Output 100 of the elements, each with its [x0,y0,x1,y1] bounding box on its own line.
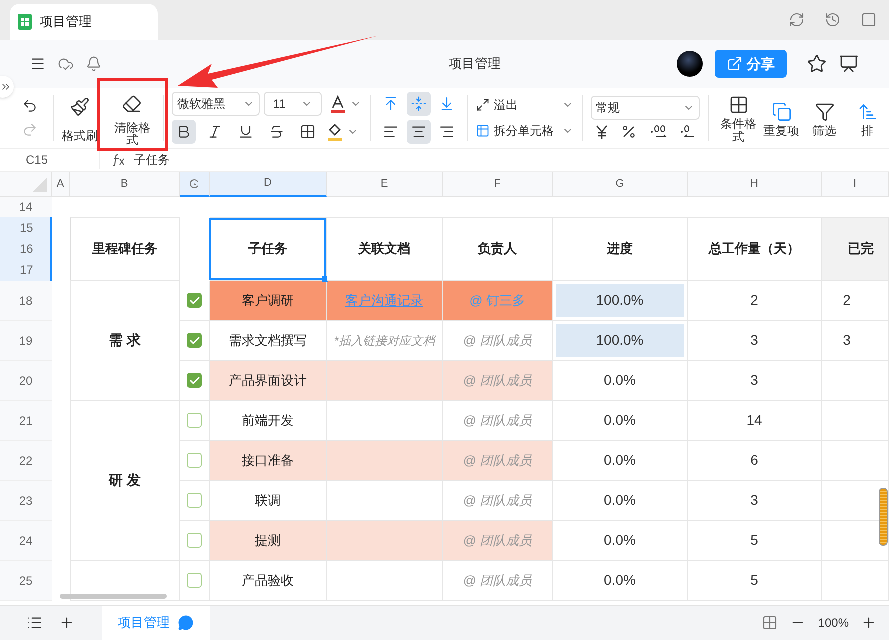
column-title: 子任务 [248,240,288,258]
table-cell: @ 钉三多 [443,281,553,321]
table-cell: 2 [688,281,822,321]
column-header[interactable]: I [822,172,889,197]
zoom-in-icon[interactable] [861,615,877,631]
checkbox[interactable] [187,293,202,308]
undo-icon[interactable] [22,98,38,114]
vertical-scrollbar[interactable] [879,488,888,546]
overflow-button[interactable]: 溢出 [476,96,574,114]
checkbox[interactable] [187,493,202,508]
number-format-select[interactable]: 常规 [590,96,700,120]
double-chevron-icon [0,81,12,93]
row-number[interactable]: 20 [0,361,52,401]
format-painter-button[interactable]: 格式刷 [58,93,102,143]
column-header[interactable]: H [688,172,822,197]
row-number[interactable]: 14 [0,197,52,217]
row-number[interactable]: 22 [0,441,52,481]
layout-icon[interactable] [762,615,778,631]
row-number[interactable]: 18 [0,281,52,321]
table-cell: 5 [688,561,822,601]
align-center-icon [411,124,428,140]
column-header[interactable] [180,172,210,197]
row-number[interactable]: 25 [0,561,52,601]
clear-format-button[interactable]: 清除格式 [109,90,156,146]
checkbox[interactable] [187,333,202,348]
progress-value: 0.0% [603,451,637,470]
cloud-sync-icon[interactable] [58,56,74,72]
star-icon[interactable] [807,54,827,74]
history-icon[interactable] [825,12,841,28]
sort-button[interactable]: 排 [846,98,889,138]
column-header[interactable]: F [443,172,553,197]
table-cell: 3 [688,481,822,521]
avatar[interactable] [677,51,703,77]
checkbox[interactable] [187,573,202,588]
filter-button[interactable]: 筛选 [803,98,846,138]
tab-title: 项目管理 [40,13,92,32]
presentation-icon[interactable] [839,54,859,74]
paint-roller-icon [70,97,90,117]
checkbox[interactable] [187,453,202,468]
placeholder-text: *插入链接对应文档 [334,332,435,350]
bold-button[interactable] [172,120,196,144]
row-number[interactable]: 17 [0,260,52,281]
table-cell: 2 [822,281,889,321]
table-cell: 客户调研 [210,281,327,321]
number-format: 常规 [596,100,620,117]
checkbox[interactable] [187,413,202,428]
table-cell [822,401,889,441]
grid-icon [728,95,749,115]
font-color-icon [330,95,346,113]
table-cell: 3 [822,321,889,361]
align-center-button[interactable] [407,120,432,144]
row-number[interactable]: 24 [0,521,52,561]
refresh-icon[interactable] [789,12,805,28]
column-header[interactable]: D [210,172,327,197]
row-number[interactable]: 21 [0,401,52,441]
percent-icon[interactable] [621,124,638,140]
maximize-icon[interactable] [861,12,877,28]
progress-value: 0.0% [603,491,637,510]
split-cells-button[interactable]: 拆分单元格 [476,122,574,140]
conditional-format-button[interactable]: 条件格式 [717,92,760,144]
strikethrough-icon [269,124,286,140]
checkbox[interactable] [187,373,202,388]
font-select[interactable]: 微软雅黑 [172,92,260,116]
font-size-select[interactable]: 11 [264,92,322,116]
browser-tab[interactable]: 项目管理 [10,4,158,40]
increase-decimal-icon[interactable] [650,124,668,140]
row-number[interactable]: 19 [0,321,52,361]
row-number[interactable]: 15 [0,217,52,238]
table-cell: 3 [688,321,822,361]
table-cell: @ 团队成员 [443,401,553,441]
merged-cell: 研 发 [70,401,180,561]
font-name: 微软雅黑 [177,96,226,113]
table-cell [822,561,889,601]
checkbox[interactable] [187,533,202,548]
bell-icon[interactable] [86,56,102,72]
column-header[interactable]: A [52,172,70,197]
row-number[interactable]: 23 [0,481,52,521]
cell-reference: C15 [0,151,100,169]
column-title: 进度 [607,240,633,258]
menu-icon[interactable] [30,56,46,72]
add-sheet-icon[interactable] [59,615,75,631]
horizontal-scrollbar[interactable] [60,594,167,599]
duplicates-button[interactable]: 重复项 [760,98,804,138]
table-cell: 3 [688,361,822,401]
decrease-decimal-icon[interactable] [680,124,696,140]
font-size: 11 [273,96,286,113]
fill-color-button[interactable] [327,123,360,141]
column-title: 负责人 [478,240,517,258]
table-cell: @ 团队成员 [443,521,553,561]
row-number[interactable]: 16 [0,238,52,260]
check-icon [188,374,200,386]
column-header[interactable]: E [327,172,443,197]
font-color-button[interactable] [330,95,362,113]
currency-icon[interactable] [594,124,609,140]
check-icon [188,294,200,306]
table-cell [822,441,889,481]
column-header[interactable]: G [553,172,688,197]
progress-value: 100.0% [556,324,684,357]
share-icon [727,56,743,72]
column-header[interactable]: B [70,172,180,197]
